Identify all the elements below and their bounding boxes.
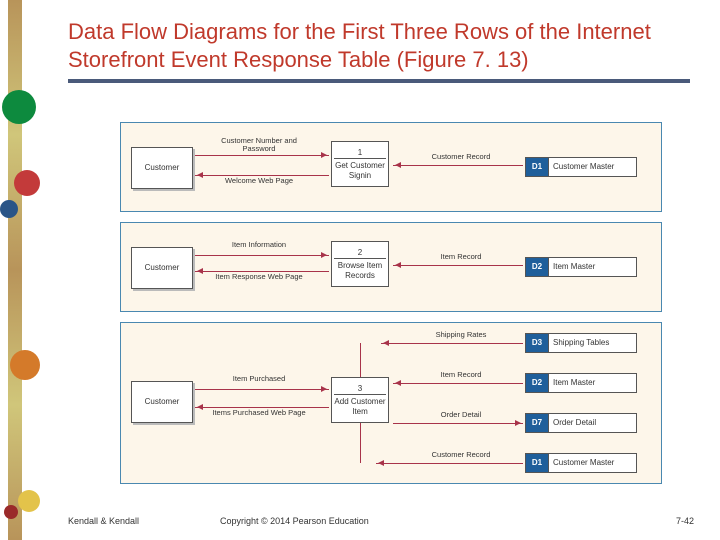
process-num: 2 <box>334 248 386 260</box>
arrow <box>195 271 329 272</box>
flow-label: Shipping Rates <box>411 331 511 339</box>
process-num: 1 <box>334 148 386 160</box>
arrow <box>393 423 523 424</box>
datastore-name: Item Master <box>549 378 636 388</box>
datastore-d7: D7 Order Detail <box>525 413 637 433</box>
arrow <box>393 383 523 384</box>
process-name: Get Customer Signin <box>334 161 386 180</box>
arrow <box>376 463 523 464</box>
flow-label: Item Response Web Page <box>209 273 309 281</box>
flow-label: Item Information <box>209 241 309 249</box>
datastore-d2: D2 Item Master <box>525 257 637 277</box>
connector <box>360 343 361 377</box>
datastore-id: D1 <box>526 454 549 472</box>
entity-customer: Customer <box>131 247 193 289</box>
entity-customer: Customer <box>131 381 193 423</box>
datastore-name: Customer Master <box>549 458 636 468</box>
process-name: Browse Item Records <box>334 261 386 280</box>
arrow <box>195 389 329 390</box>
datastore-id: D2 <box>526 374 549 392</box>
arrow <box>393 265 523 266</box>
dfd-diagram: Customer 1 Get Customer Signin D1 Custom… <box>120 122 660 502</box>
flow-label: Customer Number and Password <box>209 137 309 154</box>
arrow <box>195 255 329 256</box>
flow-label: Item Record <box>411 371 511 379</box>
dfd-panel-3: Customer 3 Add Customer Item Item Purcha… <box>120 322 662 484</box>
datastore-d2: D2 Item Master <box>525 373 637 393</box>
datastore-name: Order Detail <box>549 418 636 428</box>
process-2: 2 Browse Item Records <box>331 241 389 287</box>
datastore-name: Customer Master <box>549 162 636 172</box>
flow-label: Item Record <box>411 253 511 261</box>
page-title: Data Flow Diagrams for the First Three R… <box>68 18 690 83</box>
arrow <box>195 175 329 176</box>
decorative-sidebar <box>0 0 46 540</box>
process-name: Add Customer Item <box>334 397 386 416</box>
datastore-id: D7 <box>526 414 549 432</box>
datastore-name: Item Master <box>549 262 636 272</box>
datastore-d1: D1 Customer Master <box>525 157 637 177</box>
datastore-d3: D3 Shipping Tables <box>525 333 637 353</box>
process-num: 3 <box>334 384 386 396</box>
footer-copyright: Copyright © 2014 Pearson Education <box>220 516 369 526</box>
dfd-panel-2: Customer 2 Browse Item Records D2 Item M… <box>120 222 662 312</box>
process-1: 1 Get Customer Signin <box>331 141 389 187</box>
footer-author: Kendall & Kendall <box>68 516 139 526</box>
entity-customer: Customer <box>131 147 193 189</box>
process-3: 3 Add Customer Item <box>331 377 389 423</box>
flow-label: Welcome Web Page <box>209 177 309 185</box>
flow-label: Order Detail <box>411 411 511 419</box>
flow-label: Items Purchased Web Page <box>209 409 309 417</box>
datastore-id: D3 <box>526 334 549 352</box>
datastore-id: D2 <box>526 258 549 276</box>
datastore-name: Shipping Tables <box>549 338 636 348</box>
footer-page-number: 7-42 <box>676 516 694 526</box>
arrow <box>393 165 523 166</box>
datastore-id: D1 <box>526 158 549 176</box>
flow-label: Customer Record <box>411 451 511 459</box>
arrow <box>381 343 523 344</box>
connector <box>360 423 361 463</box>
arrow <box>195 155 329 156</box>
flow-label: Customer Record <box>411 153 511 161</box>
arrow <box>195 407 329 408</box>
dfd-panel-1: Customer 1 Get Customer Signin D1 Custom… <box>120 122 662 212</box>
flow-label: Item Purchased <box>209 375 309 383</box>
datastore-d1: D1 Customer Master <box>525 453 637 473</box>
